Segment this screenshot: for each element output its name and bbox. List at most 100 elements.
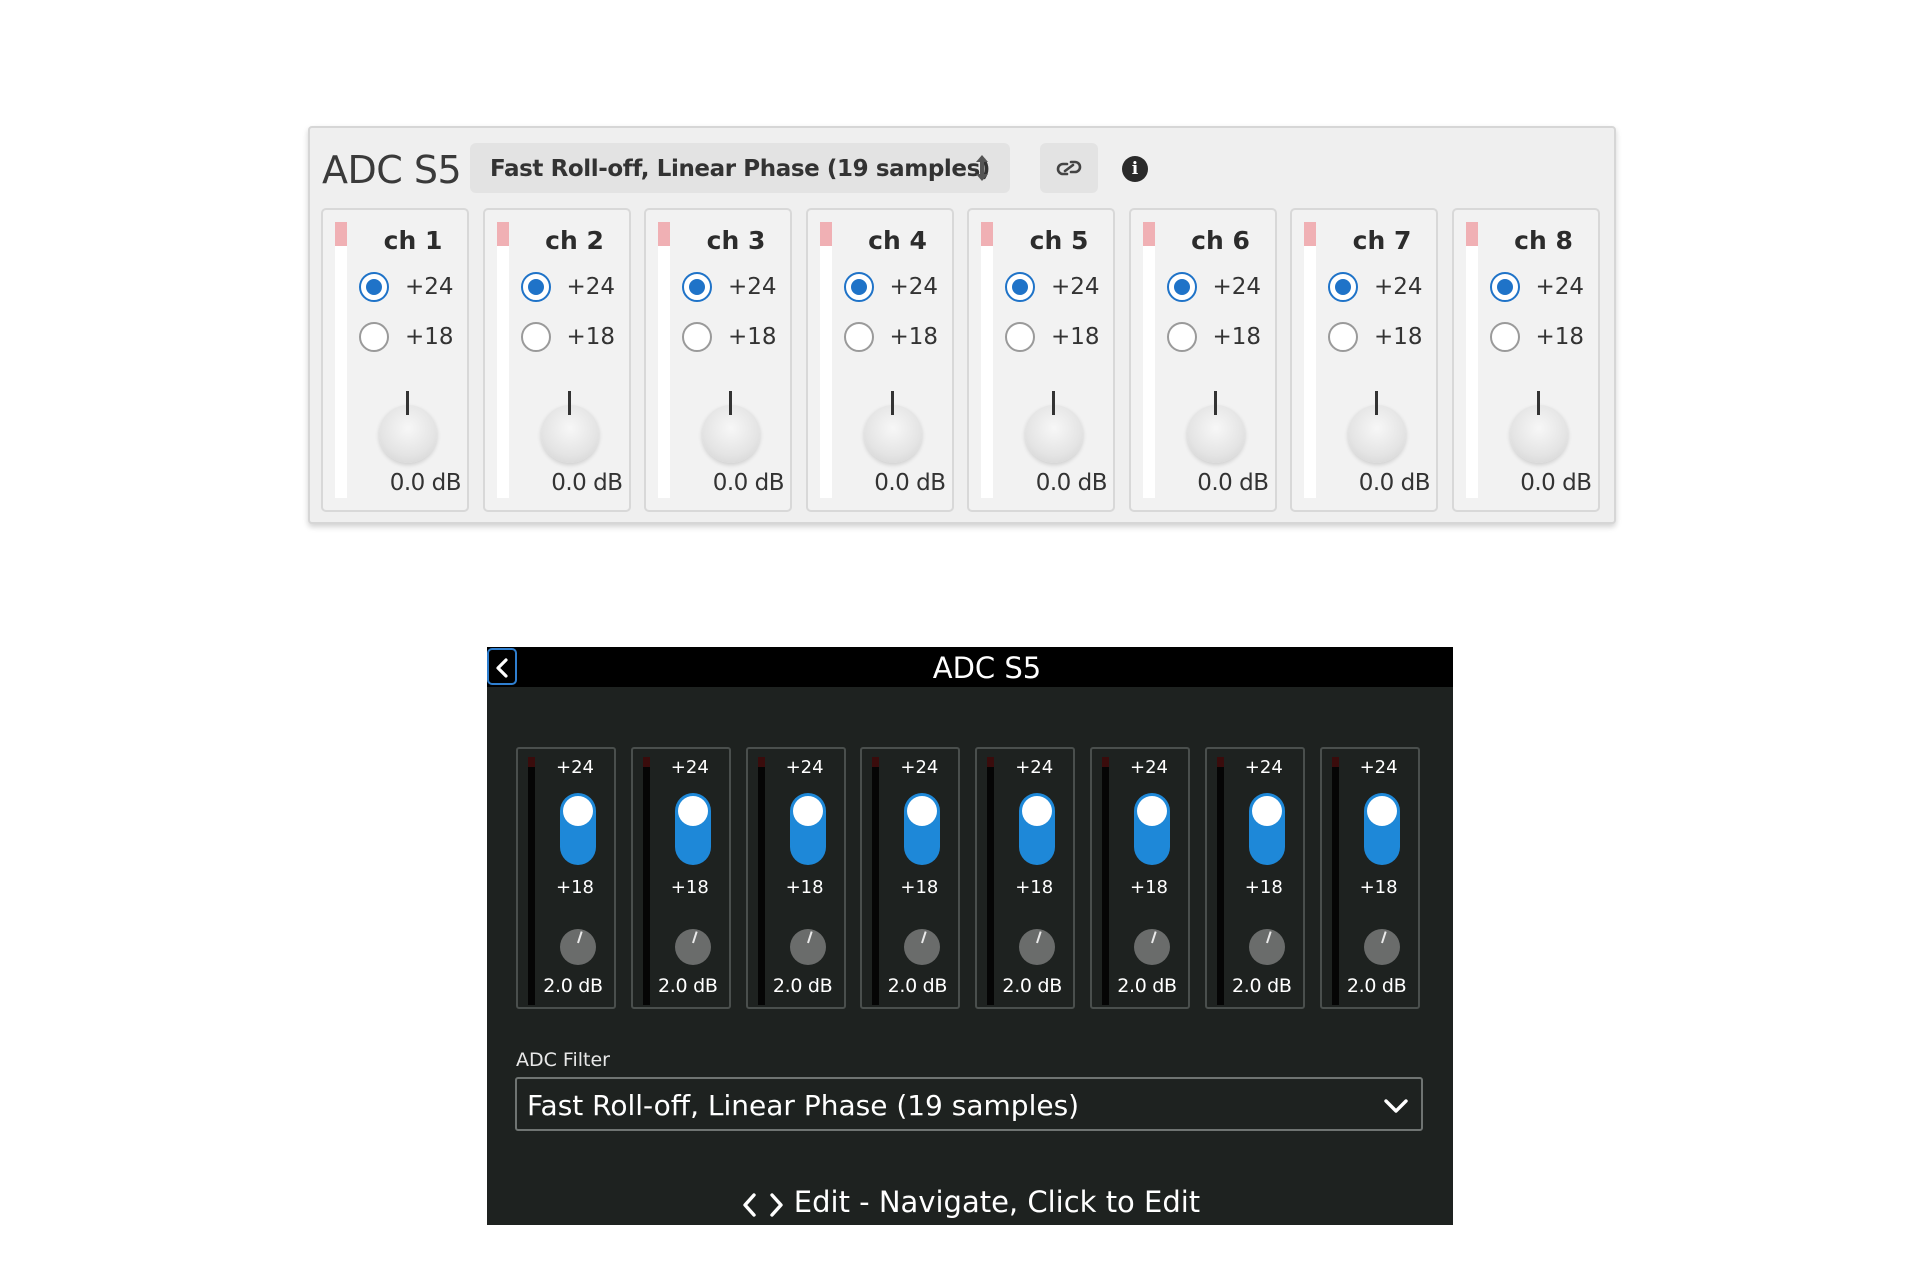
gain-knob[interactable] [674, 929, 711, 965]
range-toggle[interactable] [904, 793, 941, 865]
gain-value: 0.0 dB [874, 470, 946, 496]
back-button[interactable] [487, 648, 517, 685]
gain-knob[interactable] [1025, 391, 1083, 463]
range-toggle[interactable] [1363, 793, 1400, 865]
knob-indicator [406, 391, 409, 415]
knob-indicator [1375, 391, 1378, 415]
range-toggle[interactable] [560, 793, 596, 865]
radio-button[interactable] [682, 322, 712, 352]
radio-button[interactable] [1166, 322, 1197, 352]
gain-knob[interactable] [1019, 929, 1056, 965]
range-toggle[interactable] [1134, 793, 1170, 865]
level-meter [872, 757, 880, 1005]
gain-range-option[interactable]: +24 [1005, 272, 1109, 306]
level-meter [987, 757, 995, 1005]
knob-indicator [1052, 391, 1055, 415]
channel-strip-4: ch 4 +24 +18 0.0 dB [805, 208, 954, 512]
knob-indicator [921, 931, 928, 944]
range-toggle[interactable] [674, 793, 711, 865]
gain-range-option[interactable]: +24 [1328, 272, 1432, 306]
gain-value: 2.0 dB [1232, 975, 1292, 997]
gain-range-option[interactable]: +24 [1166, 272, 1271, 306]
gain-range-option[interactable]: +18 [1166, 322, 1271, 356]
radio-button[interactable] [682, 272, 712, 302]
radio-button[interactable] [359, 322, 389, 352]
link-channels-button[interactable] [1040, 143, 1098, 193]
device-filter-select[interactable]: Fast Roll-off, Linear Phase (19 samples) [515, 1077, 1423, 1131]
radio-button[interactable] [520, 322, 551, 352]
knob-indicator [1213, 391, 1217, 415]
toggle-thumb [677, 796, 708, 826]
radio-button[interactable] [1489, 322, 1520, 352]
gain-range-option[interactable]: +18 [359, 322, 463, 356]
knob-indicator [691, 931, 698, 944]
gain-knob[interactable] [1509, 391, 1568, 463]
gain-range-option[interactable]: +24 [520, 272, 625, 306]
range-label-bottom: +18 [670, 877, 709, 898]
level-meter [1102, 757, 1109, 1005]
channel-strip-5: ch 5 +24 +18 0.0 dB [967, 208, 1115, 512]
filter-select-value: Fast Roll-off, Linear Phase (19 samples) [490, 156, 990, 182]
radio-button[interactable] [1489, 272, 1520, 302]
gain-knob[interactable] [560, 929, 596, 965]
radio-label: +24 [1051, 274, 1100, 300]
radio-button[interactable] [1005, 322, 1035, 352]
gain-knob[interactable] [1363, 929, 1400, 965]
radio-button[interactable] [1328, 272, 1358, 302]
gain-knob[interactable] [1348, 391, 1406, 463]
clip-indicator [1142, 222, 1155, 246]
panel-title: ADC S5 [322, 148, 462, 192]
clip-indicator [642, 757, 650, 767]
gain-knob[interactable] [702, 391, 760, 463]
gain-range-option[interactable]: +18 [1005, 322, 1109, 356]
gain-knob[interactable] [379, 391, 437, 463]
radio-label: +24 [1374, 274, 1423, 300]
range-toggle[interactable] [1019, 793, 1056, 865]
gain-range-option[interactable]: +24 [682, 272, 786, 306]
range-label-bottom: +18 [900, 877, 939, 898]
gain-knob[interactable] [1186, 391, 1245, 463]
filter-select[interactable]: Fast Roll-off, Linear Phase (19 samples) [470, 143, 1010, 193]
knob-indicator [1036, 931, 1042, 944]
channel-label: ch 4 [868, 226, 927, 255]
range-toggle[interactable] [1248, 793, 1285, 865]
clip-indicator [987, 757, 995, 767]
gain-range-option[interactable]: +18 [1489, 322, 1594, 356]
gain-range-option[interactable]: +18 [843, 322, 948, 356]
knob-indicator [890, 391, 894, 415]
radio-button[interactable] [520, 272, 551, 302]
clip-indicator [981, 222, 993, 246]
gain-range-option[interactable]: +24 [843, 272, 948, 306]
radio-label: +18 [405, 324, 454, 350]
gain-value: 2.0 dB [772, 975, 833, 997]
gain-knob[interactable] [863, 391, 922, 463]
radio-button[interactable] [359, 272, 389, 302]
radio-button[interactable] [843, 272, 874, 302]
range-toggle[interactable] [789, 793, 826, 865]
toggle-thumb [563, 796, 593, 826]
gain-range-option[interactable]: +24 [359, 272, 463, 306]
device-channel-strip-4: +24 +18 2.0 dB [860, 747, 961, 1009]
radio-button[interactable] [1166, 272, 1197, 302]
device-screen: ADC S5 +24 +18 2.0 dB +24 +18 2.0 dB +24… [487, 647, 1453, 1225]
radio-label: +24 [405, 274, 454, 300]
clip-indicator [528, 757, 535, 767]
gain-range-option[interactable]: +18 [1328, 322, 1432, 356]
gain-knob[interactable] [904, 929, 941, 965]
radio-button[interactable] [1005, 272, 1035, 302]
gain-knob[interactable] [789, 929, 826, 965]
clip-indicator [872, 757, 880, 767]
radio-button[interactable] [843, 322, 874, 352]
gain-value: 0.0 dB [712, 470, 785, 496]
chevron-left-icon [496, 658, 508, 678]
gain-knob[interactable] [1134, 929, 1170, 965]
gain-knob[interactable] [1248, 929, 1285, 965]
gain-range-option[interactable]: +18 [520, 322, 625, 356]
range-label-top: +24 [556, 757, 594, 778]
radio-label: +18 [1212, 324, 1262, 350]
gain-range-option[interactable]: +18 [682, 322, 786, 356]
gain-range-option[interactable]: +24 [1489, 272, 1594, 306]
info-icon[interactable]: i [1122, 156, 1148, 182]
gain-knob[interactable] [540, 391, 599, 463]
radio-button[interactable] [1328, 322, 1358, 352]
